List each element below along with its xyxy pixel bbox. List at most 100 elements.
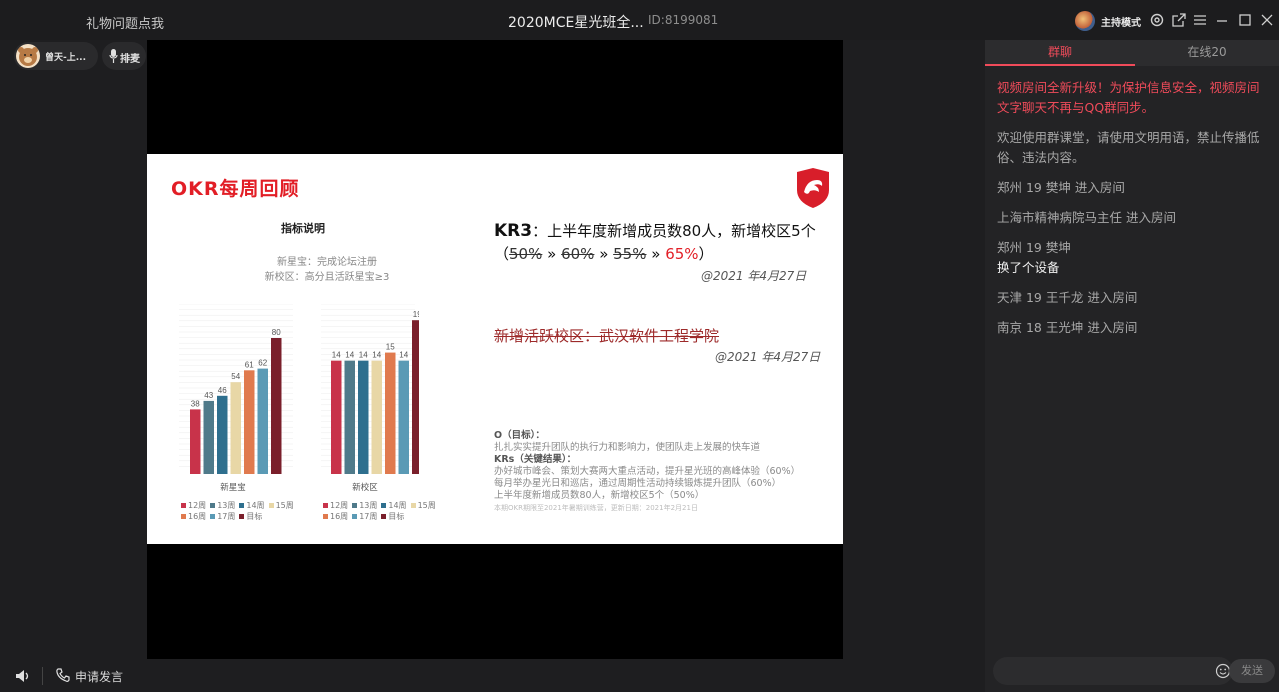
bar [190,409,201,474]
data-label: 38 [191,399,200,408]
legend-item: 17周 [210,511,235,522]
close-icon[interactable] [1259,12,1275,28]
chat-message: 天津 19 王千龙 进入房间 [997,290,1138,305]
campus-date: @2021 年4月27日 [715,350,821,364]
legend-label: 12周 [188,501,207,510]
indicator-line: 新星宝：完成论坛注册 [277,257,377,268]
legend-item: 12周 [323,500,348,511]
legend-label: 14周 [246,501,265,510]
o-heading: O（目标）： [494,430,545,441]
msi-dragon-logo [797,168,829,208]
gift-help-link[interactable]: 礼物问题点我 [86,13,164,32]
legend-swatch [352,503,358,508]
legend-label: 12周 [330,501,349,510]
slide-title: OKR每周回顾 [171,178,300,200]
legend-label: 17周 [359,512,378,521]
legend-swatch [239,503,245,508]
indicator-desc: 新星宝：完成论坛注册 新校区：高分且活跃星宝≥3 [237,255,417,285]
legend-swatch [210,514,216,519]
message-list: 视频房间全新升级！为保护信息安全，视频房间文字聊天不再与QQ群同步。 欢迎使用群… [997,78,1269,348]
chat-message: 上海市精神病院马主任 进入房间 [997,210,1176,225]
settings-icon[interactable] [1149,12,1165,28]
legend-item: 目标 [239,511,262,522]
phone-icon[interactable] [55,667,71,683]
popout-icon[interactable] [1171,12,1187,28]
legend-label: 14周 [388,501,407,510]
speaker-chip[interactable]: 曾天-上... [14,42,98,70]
legend-item: 14周 [239,500,265,511]
legend-swatch [323,514,328,519]
queue-button[interactable]: 排麦 [102,42,146,70]
speaker-name: 曾天-上... [45,53,86,63]
speaker-icon[interactable] [14,667,32,685]
kr3-old-value: 50% [509,245,543,263]
legend-label: 15周 [417,501,436,510]
bar [398,360,409,474]
data-label: 15 [386,343,395,352]
kr-line: 办好城市峰会、策划大赛两大重点活动，提升星光班的高峰体验（60%） [494,466,801,477]
chat-input[interactable] [993,657,1233,685]
legend-label: 13周 [217,501,236,510]
menu-icon[interactable] [1192,12,1208,28]
legend-swatch [323,503,328,508]
chat-message: 郑州 19 樊坤 换了个设备 [997,238,1269,278]
request-speak-button[interactable]: 申请发言 [75,668,123,685]
o-text: 扎扎实实提升团队的执行力和影响力，使团队走上发展的快车道 [494,442,761,453]
bar [331,360,342,474]
chat-tabs: 群聊 在线20 [985,40,1279,66]
room-title: 2020MCE星光班全... [508,15,644,31]
bar [203,400,214,474]
data-label: 46 [218,386,227,395]
legend-label: 13周 [359,501,378,510]
tab-group-chat[interactable]: 群聊 [985,40,1135,66]
host-avatar[interactable] [1075,11,1095,31]
shared-slide: OKR每周回顾 指标说明 新星宝：完成论坛注册 新校区：高分且活跃星宝≥3 38… [147,154,843,544]
send-button[interactable]: 发送 [1229,659,1275,683]
data-label: 14 [332,351,341,360]
kr3-date: @2021 年4月27日 [701,269,807,283]
legend-item: 15周 [268,500,294,511]
chart-legend: 12周 13周 14周 15周 16周 17周 目标 [323,500,453,522]
system-notice: 视频房间全新升级！为保护信息安全，视频房间文字聊天不再与QQ群同步。 [997,80,1260,115]
campus-text: 新增活跃校区：武汉软件工程学院 [494,327,720,345]
kr3-old-value: 55% [613,245,647,263]
bar [371,360,382,474]
data-label: 14 [359,351,368,360]
bar [385,352,396,474]
legend-swatch [381,514,387,519]
host-mode-label[interactable]: 主持模式 [1101,14,1141,29]
kr-line: 每月举办星光日和巡店，通过周期性活动持续锻炼提升团队（60%） [494,478,782,489]
kr-heading: KRs（关键结果）： [494,454,577,465]
maximize-icon[interactable] [1237,12,1253,28]
legend-item: 15周 [410,500,436,511]
chat-message: 南京 18 王光坤 进入房间 [997,320,1138,335]
room-id: ID:8199081 [648,13,719,27]
axis-label: 新校区 [352,482,378,493]
okr-body: O（目标）： 扎扎实实提升团队的执行力和影响力，使团队走上发展的快车道 KRs（… [494,430,834,514]
legend-swatch [181,503,186,508]
indicator-line: 新校区：高分且活跃星宝≥3 [264,272,390,283]
data-label: 14 [345,351,354,360]
chat-panel: 群聊 在线20 视频房间全新升级！为保护信息安全，视频房间文字聊天不再与QQ群同… [985,40,1279,692]
legend-swatch [210,503,216,508]
legend-swatch [381,503,387,508]
bar [217,395,228,474]
new-campus-chart: 14 14 14 14 15 14 19 新校区 [321,304,419,493]
minimize-icon[interactable] [1214,12,1230,28]
queue-label: 排麦 [120,54,140,65]
message-sender: 郑州 19 樊坤 [997,240,1071,255]
bar [344,360,355,474]
data-label: 14 [372,351,381,360]
new-member-chart: 38 43 46 54 61 62 80 新星宝 [179,304,293,493]
kr3-text: KR3：上半年度新增成员数80人，新增校区5个（50% » 60% » 55% … [494,221,816,263]
legend-label: 目标 [246,512,263,521]
legend-item: 17周 [352,511,377,522]
microphone-icon [109,49,118,63]
kr3-label: KR3 [494,221,533,241]
legend-item: 14周 [381,500,407,511]
legend-item: 16周 [181,511,206,522]
tab-online[interactable]: 在线20 [1135,40,1279,66]
title-bar: 礼物问题点我 2020MCE星光班全... ID:8199081 主持模式 [0,0,1279,40]
message-text: 换了个设备 [997,260,1060,275]
data-label: 43 [204,391,213,400]
